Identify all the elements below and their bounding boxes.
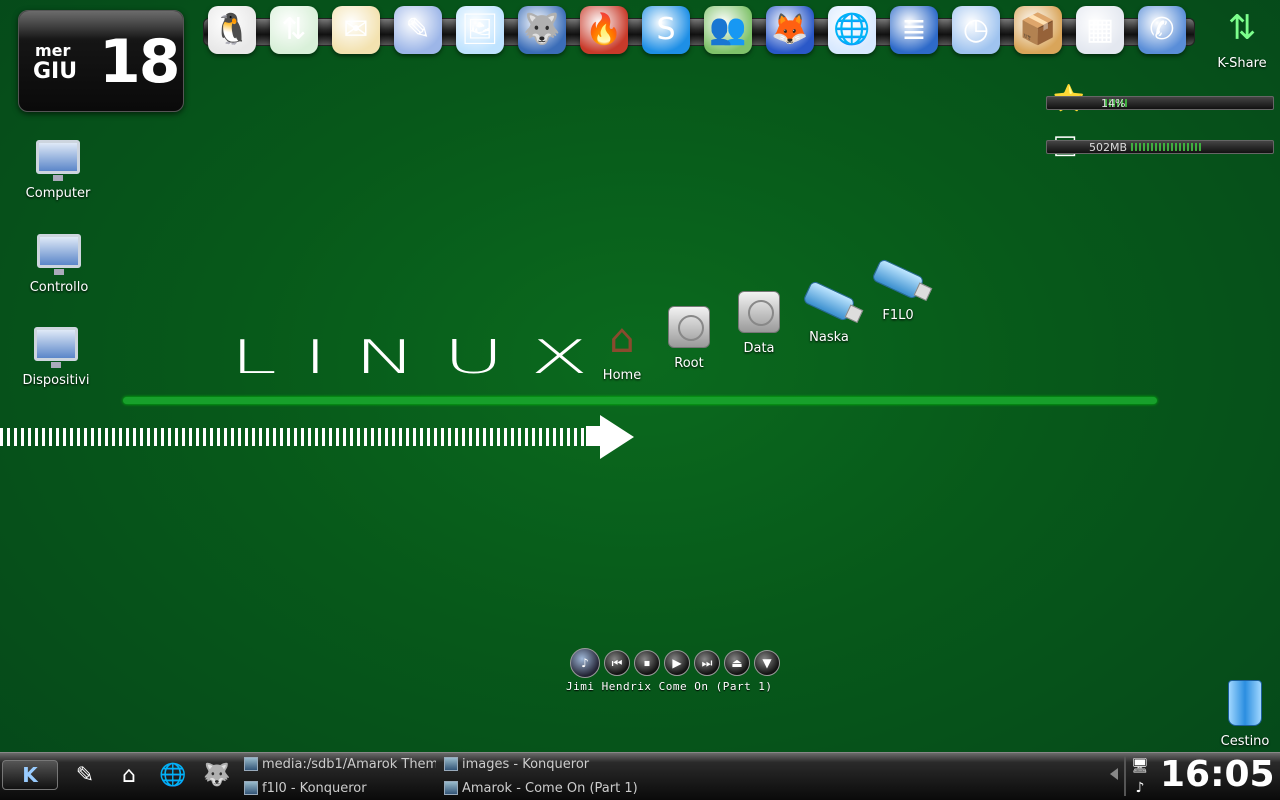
- previous-button[interactable]: ⏮: [604, 650, 630, 676]
- tray-expand-icon[interactable]: [1110, 768, 1118, 780]
- task-list: media:/sdb1/Amarok Theme images - Konque…: [240, 753, 640, 799]
- phone-icon[interactable]: ✆: [1138, 6, 1186, 54]
- desktop-icon-label: Naska: [809, 330, 849, 345]
- amarok-icon[interactable]: ♪: [570, 648, 600, 678]
- calendar-widget[interactable]: mer GIU 18: [18, 10, 184, 112]
- cpu-meter: 14%: [1046, 96, 1274, 110]
- task-label: media:/sdb1/Amarok Theme: [262, 756, 436, 772]
- folder-icon: [244, 757, 258, 771]
- memory-meter-fill: [1131, 143, 1203, 151]
- image-viewer-icon[interactable]: 🖼: [456, 6, 504, 54]
- skype-icon[interactable]: S: [642, 6, 690, 54]
- task-button[interactable]: media:/sdb1/Amarok Theme: [244, 753, 436, 775]
- calculator-icon[interactable]: ▦: [1076, 6, 1124, 54]
- archiver-icon[interactable]: ✉: [332, 6, 380, 54]
- task-label: images - Konqueror: [462, 756, 590, 772]
- office-icon[interactable]: ≣: [890, 6, 938, 54]
- desktop-icon-f1l0[interactable]: F1L0: [853, 254, 943, 323]
- desktop-icon-trash[interactable]: Cestino: [1214, 680, 1276, 749]
- desktop-icon-label: Controllo: [29, 280, 89, 295]
- kshare-label: K-Share: [1217, 56, 1267, 71]
- taskbar: [0, 752, 1280, 800]
- stop-button[interactable]: ⏹: [634, 650, 660, 676]
- control-panel-icon: [34, 226, 84, 276]
- kshare-launcher[interactable]: ⇅ K-Share: [1212, 6, 1272, 71]
- firefox-icon[interactable]: 🦊: [766, 6, 814, 54]
- folder-icon: [244, 781, 258, 795]
- task-label: f1l0 - Konqueror: [262, 780, 367, 796]
- volume-up-button[interactable]: ⏏: [724, 650, 750, 676]
- trash-label: Cestino: [1220, 734, 1270, 749]
- desktop-icon-controllo[interactable]: Controllo: [14, 226, 104, 295]
- tux-icon[interactable]: 🐧: [208, 6, 256, 54]
- quick-launch-browser-icon[interactable]: 🌐: [158, 760, 188, 790]
- hard-drive-icon: [664, 302, 714, 352]
- usb-stick-icon: [871, 254, 925, 304]
- task-button[interactable]: images - Konqueror: [444, 753, 640, 775]
- kmenu-button[interactable]: K: [2, 760, 58, 790]
- kshare-icon: ⇅: [1227, 8, 1257, 48]
- folder-icon: [444, 757, 458, 771]
- calendar-weekday: mer: [35, 41, 71, 60]
- volume-down-button[interactable]: ▼: [754, 650, 780, 676]
- desktop-icon-label: Computer: [25, 186, 91, 201]
- notes-icon[interactable]: ✎: [394, 6, 442, 54]
- network-icon[interactable]: 🌐: [828, 6, 876, 54]
- tray-separator: [1124, 756, 1126, 796]
- desktop-icon-label: F1L0: [882, 308, 914, 323]
- quick-launch-amarok-icon[interactable]: 🐺: [202, 760, 232, 790]
- messenger-icon[interactable]: 👥: [704, 6, 752, 54]
- next-button[interactable]: ⏭: [694, 650, 720, 676]
- amarok-tray-icon[interactable]: ♪: [1130, 778, 1150, 798]
- calendar-month: GIU: [33, 59, 78, 84]
- amarok-icon: [444, 781, 458, 795]
- memory-meter: 502MB: [1046, 140, 1274, 154]
- network-status-icon[interactable]: 🖥: [1130, 756, 1150, 776]
- quick-launch-editor-icon[interactable]: ✎: [70, 760, 100, 790]
- hard-drive-icon: [734, 287, 784, 337]
- devices-icon: [31, 319, 81, 369]
- desktop-icon-label: Root: [674, 356, 704, 371]
- quick-launch-home-icon[interactable]: ⌂: [114, 760, 144, 790]
- memory-meter-text: 502MB: [1089, 141, 1128, 154]
- usb-stick-icon: [802, 276, 856, 326]
- k3b-icon[interactable]: 🔥: [580, 6, 628, 54]
- cpu-meter-text: 14%: [1101, 97, 1126, 110]
- clock[interactable]: 16:05: [1160, 754, 1275, 795]
- task-button[interactable]: Amarok - Come On (Part 1): [444, 777, 640, 799]
- ktorrent-icon[interactable]: ⇅: [270, 6, 318, 54]
- system-monitor-icon[interactable]: ◷: [952, 6, 1000, 54]
- arrow-stripes: [0, 428, 600, 446]
- computer-icon: [33, 132, 83, 182]
- play-button[interactable]: ▶: [664, 650, 690, 676]
- trash-icon: [1228, 680, 1262, 726]
- arrow-head-icon: [600, 415, 634, 459]
- package-icon[interactable]: 📦: [1014, 6, 1062, 54]
- media-player-controls: ♪ ⏮ ⏹ ▶ ⏭ ⏏ ▼: [570, 648, 780, 678]
- desktop-icon-computer[interactable]: Computer: [13, 132, 103, 201]
- green-divider: [123, 397, 1157, 404]
- desktop-icon-label: Dispositivi: [22, 373, 90, 388]
- linux-banner: LINUX: [230, 330, 615, 385]
- dock-icons: 🐧 ⇅ ✉ ✎ 🖼 🐺 🔥 S 👥 🦊 🌐 ≣ ◷ 📦 ▦ ✆: [208, 6, 1186, 54]
- home-icon: ⌂: [609, 316, 635, 362]
- amarok-icon[interactable]: 🐺: [518, 6, 566, 54]
- task-button[interactable]: f1l0 - Konqueror: [244, 777, 436, 799]
- task-label: Amarok - Come On (Part 1): [462, 780, 638, 796]
- now-playing-track: Jimi Hendrix Come On (Part 1): [566, 680, 773, 693]
- desktop-icon-dispositivi[interactable]: Dispositivi: [11, 319, 101, 388]
- calendar-day: 18: [99, 27, 180, 97]
